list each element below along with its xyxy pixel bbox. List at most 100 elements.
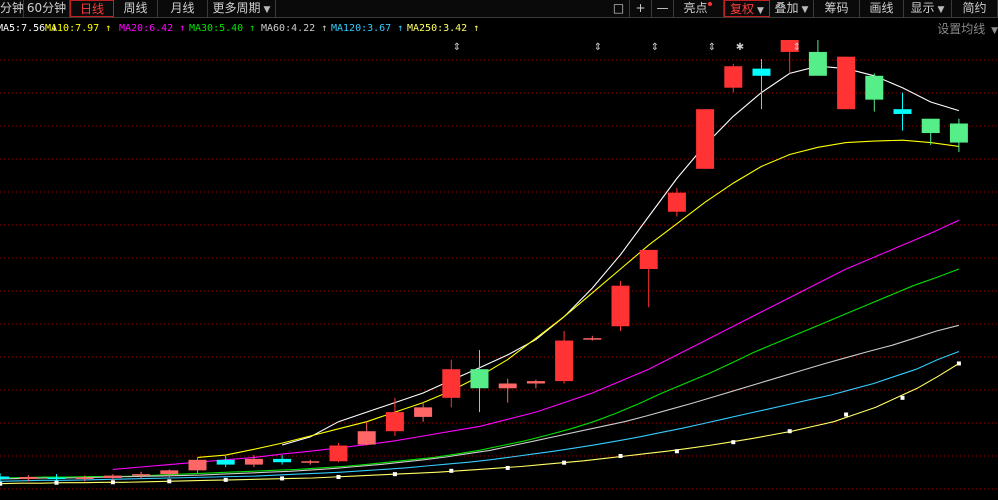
- chevron-down-icon: ▼: [801, 5, 809, 15]
- candle-body: [752, 68, 771, 76]
- arrow-up-icon: ↑: [391, 23, 404, 34]
- candle-body: [132, 474, 151, 476]
- tool-button-0-label: 亮点: [683, 1, 708, 15]
- tool-button-2-label: 叠加: [774, 1, 799, 15]
- candle-body: [470, 369, 489, 389]
- candle-body: [921, 118, 940, 134]
- ma-legend-text: MA250:3.42: [407, 23, 468, 34]
- candle-body: [865, 75, 884, 100]
- period-tab-4-label: 月线: [170, 1, 195, 15]
- candle-body: [19, 477, 38, 479]
- period-tab-3[interactable]: 周线: [114, 0, 158, 17]
- period-tab-2-label: 日线: [79, 2, 104, 16]
- marker-square: [392, 472, 397, 477]
- marker-square: [336, 475, 341, 480]
- event-marker-icon: ⇕: [453, 42, 461, 53]
- candle-body: [808, 51, 827, 76]
- marker-square: [110, 480, 115, 485]
- period-tab-0-label: 分钟: [0, 1, 24, 15]
- ma-settings-button[interactable]: 设置均线 ▼: [937, 19, 998, 39]
- chevron-down-icon: ▼: [757, 6, 764, 16]
- candle-body: [611, 285, 630, 327]
- candle-body: [667, 192, 686, 212]
- candle-body: [244, 458, 263, 465]
- period-tab-5[interactable]: 更多周期 ▼: [208, 0, 276, 17]
- candle-body: [442, 369, 461, 398]
- candle-body: [555, 340, 574, 382]
- period-tab-4[interactable]: 月线: [158, 0, 208, 17]
- ma-legend-item-ma30: MA30:5.40 ↑: [189, 19, 255, 39]
- candle-body: [639, 249, 658, 269]
- tool-button-3[interactable]: 筹码: [814, 0, 860, 17]
- ma-legend-text: MA10:7.97: [45, 23, 100, 34]
- marker-square: [731, 440, 736, 445]
- candle-body: [103, 475, 122, 478]
- tool-button-6-label: 简约: [962, 1, 987, 15]
- tool-button-5-label: 显示: [910, 1, 935, 15]
- square-icon[interactable]: □: [608, 0, 630, 17]
- candle-body: [385, 412, 404, 432]
- chevron-down-icon: ▼: [937, 5, 945, 15]
- candle-body: [724, 66, 743, 88]
- minus-icon[interactable]: —: [652, 0, 674, 17]
- marker-square: [280, 476, 285, 481]
- ma-legend-item-ma120: MA120:3.67 ↑: [331, 19, 403, 39]
- ma-legend-text: MA120:3.67: [331, 23, 392, 34]
- ma-legend-item-ma250: MA250:3.42 ↑: [407, 19, 479, 39]
- tool-button-1-label: 复权: [730, 2, 755, 16]
- marker-square: [900, 395, 905, 400]
- arrow-up-icon: ↑: [467, 23, 480, 34]
- period-tab-2[interactable]: 日线: [70, 0, 114, 17]
- event-marker-icon: ✱: [736, 42, 744, 53]
- arrow-up-icon: ↑: [173, 23, 186, 34]
- ma-settings-label: 设置均线: [937, 22, 986, 36]
- arrow-up-icon: ↑: [99, 23, 112, 34]
- event-marker-icon: ⇕: [594, 42, 602, 53]
- arrow-up-icon: ↑: [315, 23, 328, 34]
- candle-body: [583, 338, 602, 340]
- ma-legend-item-ma60: MA60:4.22 ↑: [261, 19, 327, 39]
- candle-body: [498, 383, 517, 389]
- candle-body: [357, 431, 376, 445]
- new-badge-icon: [707, 2, 712, 6]
- ma-legend-bar: MA5:7.56 ↓ MA10:7.97 ↑ MA20:6.42 ↑ MA30:5.4…: [0, 19, 998, 39]
- arrow-up-icon: ↑: [243, 23, 256, 34]
- period-tab-1[interactable]: 60分钟: [24, 0, 70, 17]
- plus-icon[interactable]: +: [630, 0, 652, 17]
- event-marker-icon: ⇕: [793, 42, 801, 53]
- ma-legend-item-ma10: MA10:7.97 ↑: [45, 19, 111, 39]
- period-tab-1-label: 60分钟: [26, 1, 67, 15]
- candle-body: [893, 109, 912, 114]
- marker-square: [956, 361, 961, 366]
- candle-body: [329, 445, 348, 462]
- tool-button-6[interactable]: 简约: [952, 0, 998, 17]
- tool-button-3-label: 筹码: [824, 1, 849, 15]
- kline-chart[interactable]: ⇕⇕⇕⇕✱⇕9.49: [0, 40, 998, 500]
- marker-square: [844, 412, 849, 417]
- candle-body: [301, 461, 320, 463]
- tool-button-1[interactable]: 复权 ▼: [724, 0, 770, 17]
- candle-body: [188, 459, 207, 471]
- event-marker-icon: ⇕: [651, 42, 659, 53]
- period-tab-0[interactable]: 分钟: [0, 0, 24, 17]
- candle-body: [526, 381, 545, 384]
- candle-body: [949, 123, 968, 143]
- marker-square: [54, 480, 59, 485]
- marker-square: [787, 429, 792, 434]
- chevron-down-icon: ▼: [991, 26, 998, 36]
- marker-square: [562, 460, 567, 465]
- tool-button-5[interactable]: 显示 ▼: [904, 0, 952, 17]
- marker-square: [223, 477, 228, 482]
- candle-body: [216, 459, 235, 465]
- period-toolbar: 分钟 60分钟 日线 周线 月线 更多周期 ▼ □ + — 亮点 复权 ▼ 叠加 ▼ 筹码 画线 显示 ▼ 简约: [0, 0, 998, 18]
- tool-button-2[interactable]: 叠加 ▼: [770, 0, 814, 17]
- ma-legend-text: MA5:7.56: [0, 23, 46, 34]
- ma-legend-item-ma20: MA20:6.42 ↑: [119, 19, 185, 39]
- candle-body: [160, 470, 179, 475]
- marker-square: [167, 479, 172, 484]
- tool-button-4[interactable]: 画线: [860, 0, 904, 17]
- tool-button-0[interactable]: 亮点: [672, 0, 724, 17]
- candle-body: [696, 109, 715, 169]
- marker-square: [449, 468, 454, 473]
- chevron-down-icon: ▼: [263, 5, 271, 15]
